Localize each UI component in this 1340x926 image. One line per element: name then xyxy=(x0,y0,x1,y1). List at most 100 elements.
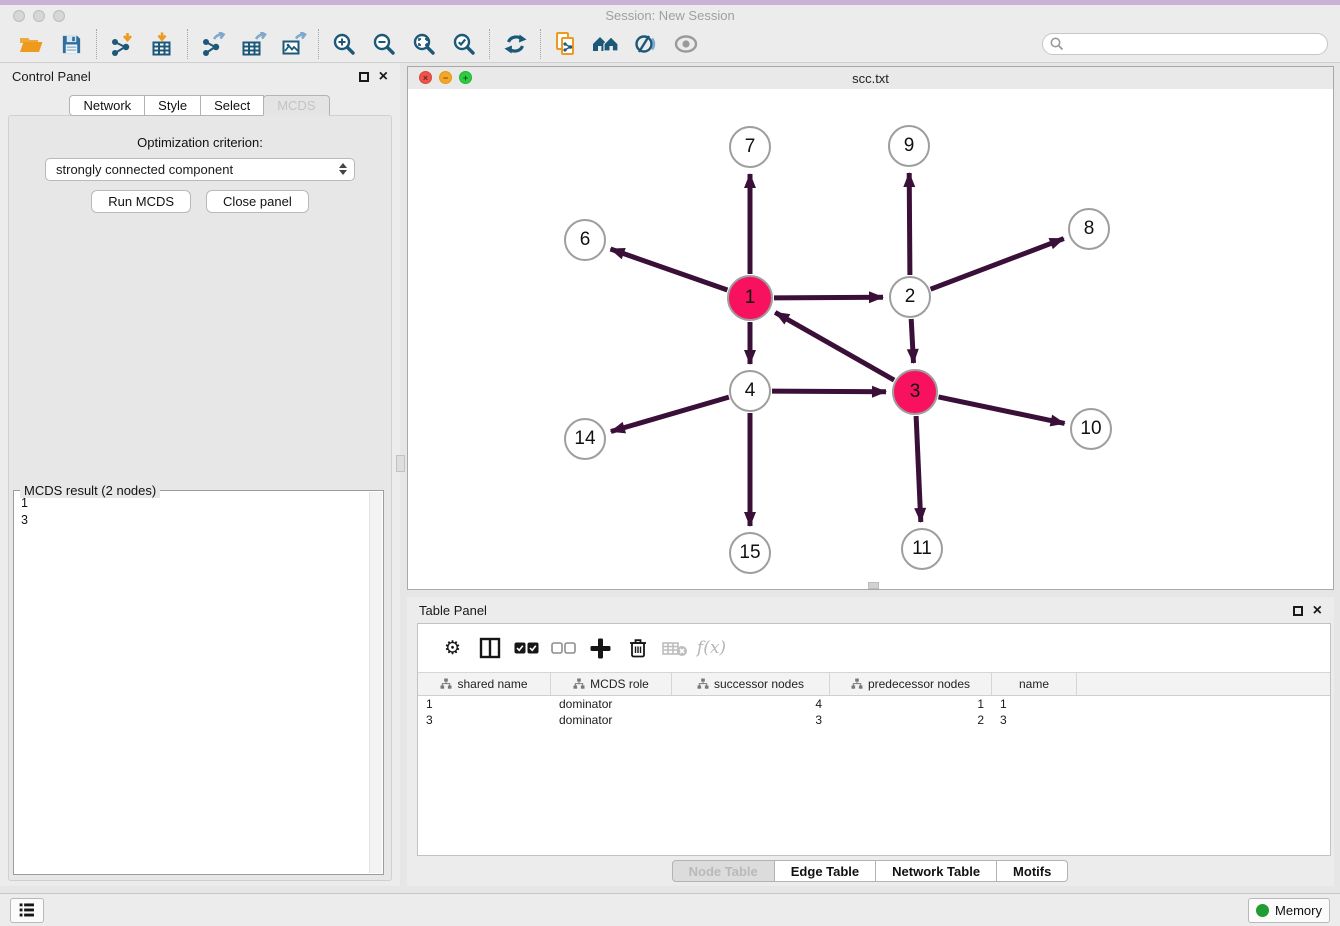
export-network-icon xyxy=(200,32,227,57)
export-network-button[interactable] xyxy=(193,29,233,59)
table-tab-network-table[interactable]: Network Table xyxy=(875,860,997,882)
maximize-view-button[interactable]: + xyxy=(459,71,472,84)
task-history-button[interactable] xyxy=(10,898,44,923)
home-button[interactable] xyxy=(586,29,626,59)
column-header-predecessor-nodes[interactable]: predecessor nodes xyxy=(830,673,992,695)
table-cell[interactable]: 3 xyxy=(992,713,1077,727)
graph-node-14[interactable]: 14 xyxy=(564,418,606,460)
float-table-panel-icon[interactable] xyxy=(1293,606,1303,616)
optimization-select[interactable]: strongly connected component xyxy=(45,158,355,181)
zoom-fit-button[interactable] xyxy=(404,29,444,59)
panel-splitter-handle[interactable] xyxy=(396,455,405,472)
import-table-button[interactable] xyxy=(142,29,182,59)
graph-node-11[interactable]: 11 xyxy=(901,528,943,570)
graph-node-7[interactable]: 7 xyxy=(729,126,771,168)
clone-network-icon xyxy=(553,31,579,57)
column-header-mcds-role[interactable]: MCDS role xyxy=(551,673,672,695)
graph-edge-3-10[interactable] xyxy=(939,397,1065,424)
table-cell[interactable]: 2 xyxy=(830,713,992,727)
table-cell[interactable]: 1 xyxy=(418,697,551,711)
column-header-name[interactable]: name xyxy=(992,673,1077,695)
column-type-icon xyxy=(851,678,863,690)
network-canvas[interactable]: 1 2 3 4 6 7 8 9 10 11 14 15 xyxy=(408,89,1333,589)
tab-style[interactable]: Style xyxy=(144,95,201,116)
graph-edge-4-14[interactable] xyxy=(611,397,729,431)
graph-edge-4-3[interactable] xyxy=(772,391,886,392)
view-resize-handle[interactable] xyxy=(868,582,879,589)
table-tab-edge-table[interactable]: Edge Table xyxy=(774,860,876,882)
table-panel-title: Table Panel xyxy=(419,603,487,618)
float-panel-icon[interactable] xyxy=(359,72,369,82)
column-header-shared-name[interactable]: shared name xyxy=(418,673,551,695)
network-view-title: scc.txt xyxy=(852,71,889,86)
memory-button[interactable]: Memory xyxy=(1248,898,1330,923)
minimize-view-button[interactable]: − xyxy=(439,71,452,84)
table-row[interactable]: 1dominator411 xyxy=(418,696,1330,712)
import-network-button[interactable] xyxy=(102,29,142,59)
tab-network[interactable]: Network xyxy=(69,95,145,116)
graph-node-8[interactable]: 8 xyxy=(1068,208,1110,250)
export-image-button[interactable] xyxy=(273,29,313,59)
show-columns-button[interactable] xyxy=(471,630,508,666)
graph-node-4[interactable]: 4 xyxy=(729,370,771,412)
tab-mcds[interactable]: MCDS xyxy=(263,95,329,116)
table-row[interactable]: 3dominator323 xyxy=(418,712,1330,728)
table-tab-node-table[interactable]: Node Table xyxy=(672,860,775,882)
tab-select[interactable]: Select xyxy=(200,95,264,116)
apply-function-button[interactable]: f(x) xyxy=(693,630,730,666)
table-tab-motifs[interactable]: Motifs xyxy=(996,860,1068,882)
table-cell[interactable]: 3 xyxy=(418,713,551,727)
graph-node-15[interactable]: 15 xyxy=(729,532,771,574)
zoom-out-button[interactable] xyxy=(364,29,404,59)
home-icon xyxy=(592,32,620,56)
deselect-all-columns-button[interactable] xyxy=(545,630,582,666)
select-all-columns-button[interactable] xyxy=(508,630,545,666)
graph-node-9[interactable]: 9 xyxy=(888,125,930,167)
table-cell[interactable]: 3 xyxy=(672,713,830,727)
close-view-button[interactable]: × xyxy=(419,71,432,84)
close-panel-icon[interactable]: × xyxy=(379,72,388,82)
apply-layout-button[interactable] xyxy=(495,29,535,59)
graph-edge-1-6[interactable] xyxy=(611,249,728,290)
create-column-button[interactable] xyxy=(582,630,619,666)
graph-edge-3-11[interactable] xyxy=(916,416,921,522)
node-table: ⚙ f(x) shared nameMCDS rolesuccessor nod… xyxy=(417,623,1331,856)
show-panels-button[interactable] xyxy=(666,29,706,59)
export-table-button[interactable] xyxy=(233,29,273,59)
open-session-button[interactable] xyxy=(11,29,51,59)
run-mcds-button[interactable]: Run MCDS xyxy=(91,190,191,213)
graph-edge-2-9[interactable] xyxy=(909,173,910,275)
search-input[interactable] xyxy=(1042,33,1328,55)
graph-node-2[interactable]: 2 xyxy=(889,276,931,318)
column-type-icon xyxy=(697,678,709,690)
zoom-in-button[interactable] xyxy=(324,29,364,59)
table-options-button[interactable]: ⚙ xyxy=(434,630,471,666)
save-session-button[interactable] xyxy=(51,29,91,59)
delete-table-button[interactable] xyxy=(656,630,693,666)
graph-edge-2-3[interactable] xyxy=(911,319,913,363)
column-header-successor-nodes[interactable]: successor nodes xyxy=(672,673,830,695)
close-table-panel-icon[interactable]: × xyxy=(1313,606,1322,616)
delete-columns-button[interactable] xyxy=(619,630,656,666)
zoom-selected-button[interactable] xyxy=(444,29,484,59)
table-cell[interactable]: dominator xyxy=(551,697,672,711)
graph-edge-2-8[interactable] xyxy=(931,239,1064,290)
graph-node-10[interactable]: 10 xyxy=(1070,408,1112,450)
hide-panels-icon xyxy=(634,32,659,56)
graph-node-3[interactable]: 3 xyxy=(892,369,938,415)
optimization-label: Optimization criterion: xyxy=(9,135,391,150)
table-cell[interactable]: dominator xyxy=(551,713,672,727)
graph-edge-3-1[interactable] xyxy=(775,312,894,380)
mcds-result-box: MCDS result (2 nodes) 13 xyxy=(13,490,384,875)
hide-panels-button[interactable] xyxy=(626,29,666,59)
graph-node-6[interactable]: 6 xyxy=(564,219,606,261)
clone-network-button[interactable] xyxy=(546,29,586,59)
table-cell[interactable]: 4 xyxy=(672,697,830,711)
result-scrollbar[interactable] xyxy=(369,492,382,873)
graph-node-1[interactable]: 1 xyxy=(727,275,773,321)
table-cell[interactable]: 1 xyxy=(992,697,1077,711)
graph-edge-1-2[interactable] xyxy=(774,297,883,298)
mcds-result-line: 3 xyxy=(21,512,367,529)
close-panel-button[interactable]: Close panel xyxy=(206,190,309,213)
table-cell[interactable]: 1 xyxy=(830,697,992,711)
